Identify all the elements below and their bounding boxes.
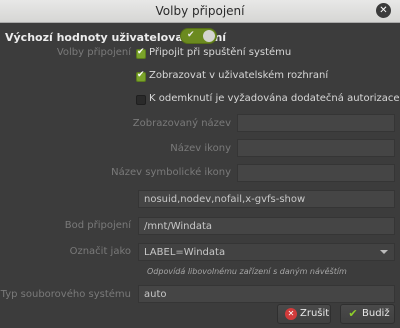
show-in-ui-checkbox[interactable] xyxy=(136,70,146,82)
fs-type-label: Typ souborového systému xyxy=(0,289,131,300)
mount-point-field[interactable]: /mnt/Windata xyxy=(138,217,395,235)
require-auth-checkbox[interactable] xyxy=(136,95,146,105)
cancel-icon: ✕ xyxy=(285,308,297,320)
icon-name-field[interactable] xyxy=(237,139,395,157)
symbolic-icon-label: Název symbolické ikony xyxy=(111,167,231,178)
identify-as-value: LABEL=Windata xyxy=(144,247,226,258)
check-icon: ✔ xyxy=(187,30,195,40)
window-title: Volby připojení xyxy=(155,4,245,18)
cancel-button-label: Zrušit xyxy=(300,308,330,319)
display-name-label: Zobrazovaný název xyxy=(132,118,231,129)
identify-as-dropdown[interactable]: LABEL=Windata xyxy=(138,243,395,261)
show-in-ui-label[interactable]: Zobrazovat v uživatelském rozhraní xyxy=(149,70,328,81)
identify-as-hint: Odpovídá libovolnému zařízení s daným ná… xyxy=(147,267,347,276)
mount-at-startup-label[interactable]: Připojit při spuštění systému xyxy=(149,47,291,58)
close-icon[interactable]: ✕ xyxy=(376,3,391,18)
mount-options-dialog: Volby připojení ✕ Výchozí hodnoty uživat… xyxy=(0,0,400,328)
symbolic-icon-field[interactable] xyxy=(237,164,395,182)
mount-at-startup-checkbox[interactable] xyxy=(136,47,146,59)
mount-point-label: Bod připojení xyxy=(64,220,131,231)
cancel-button[interactable]: ✕ Zrušit xyxy=(277,304,331,324)
mount-options-label: Volby připojení xyxy=(56,47,131,58)
identify-as-label: Označit jako xyxy=(69,246,131,257)
ok-button-label: Budiž xyxy=(362,308,390,319)
toggle-knob xyxy=(203,30,215,42)
dropdown-arrow-icon xyxy=(380,250,388,254)
ok-button[interactable]: ✔ Budiž xyxy=(340,304,395,324)
titlebar: Volby připojení ✕ xyxy=(0,0,400,23)
display-name-field[interactable] xyxy=(237,114,395,132)
options-field[interactable]: nosuid,nodev,nofail,x-gvfs-show xyxy=(138,190,395,208)
icon-name-label: Název ikony xyxy=(170,143,231,154)
fs-type-field[interactable]: auto xyxy=(138,285,395,303)
checkmark-icon: ✔ xyxy=(348,307,358,320)
require-auth-label[interactable]: K odemknutí je vyžadována dodatečná auto… xyxy=(149,93,400,104)
session-defaults-toggle[interactable]: ✔ xyxy=(180,28,217,44)
